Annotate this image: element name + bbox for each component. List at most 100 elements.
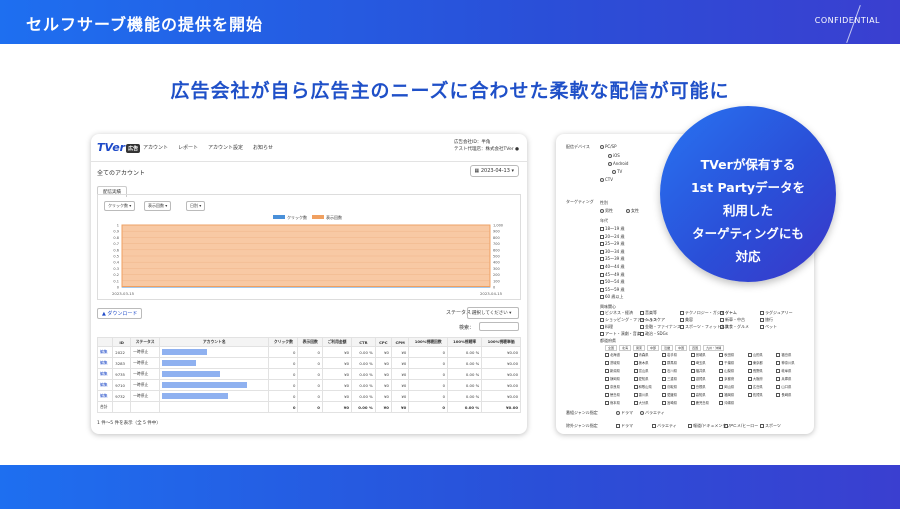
prefecture-option[interactable]: 静岡県 <box>605 376 634 381</box>
radio-icon[interactable] <box>608 162 612 166</box>
prefecture-option[interactable]: 山口県 <box>776 384 805 389</box>
prefecture-option[interactable]: 石川県 <box>662 368 691 373</box>
checkbox-icon[interactable] <box>719 369 724 373</box>
checkbox-icon[interactable] <box>605 377 609 381</box>
checkbox-icon[interactable] <box>662 401 667 405</box>
prefecture-option[interactable]: 和歌山県 <box>633 384 663 389</box>
device-option[interactable]: TV <box>612 169 622 174</box>
region-tab[interactable]: 北海 <box>619 345 632 351</box>
prefecture-option[interactable]: 大阪府 <box>747 376 777 381</box>
device-option[interactable]: PC/SP <box>600 144 617 149</box>
checkbox-icon[interactable] <box>724 424 728 428</box>
prefecture-option[interactable]: 高知県 <box>690 392 720 397</box>
age-option[interactable]: 55～59 歳 <box>600 287 624 293</box>
prefecture-option[interactable]: 長野県 <box>747 368 777 373</box>
interest-option[interactable]: ペット <box>760 324 777 330</box>
region-tab[interactable]: 中部 <box>647 345 660 351</box>
checkbox-icon[interactable] <box>600 265 604 269</box>
prefecture-option[interactable]: 愛知県 <box>633 376 663 381</box>
checkbox-icon[interactable] <box>600 325 604 329</box>
checkbox-icon[interactable] <box>633 353 638 357</box>
checkbox-icon[interactable] <box>633 361 638 365</box>
prefecture-option[interactable]: 香川県 <box>633 392 663 397</box>
checkbox-icon[interactable] <box>776 361 781 365</box>
date-picker[interactable]: ▦ 2023-04-13 ▾ <box>469 165 519 177</box>
download-button[interactable]: ▲ ダウンロード <box>97 308 143 319</box>
edit-link[interactable]: 編集 <box>96 346 114 358</box>
prefecture-option[interactable]: 兵庫県 <box>776 376 805 381</box>
checkbox-icon[interactable] <box>680 318 684 322</box>
checkbox-icon[interactable] <box>719 361 724 365</box>
prefecture-option[interactable]: 長崎県 <box>776 392 805 397</box>
checkbox-icon[interactable] <box>747 385 752 389</box>
checkbox-icon[interactable] <box>719 353 724 357</box>
cell-account-name[interactable] <box>159 379 270 391</box>
prefecture-option[interactable]: 岐阜県 <box>776 368 805 373</box>
column-header[interactable]: 表示回数 <box>297 337 323 347</box>
gender-option[interactable]: 男性 <box>600 208 613 214</box>
age-option[interactable]: 20～24 歳 <box>600 234 624 240</box>
column-header[interactable]: CPC <box>374 337 392 347</box>
checkbox-icon[interactable] <box>633 385 638 389</box>
checkbox-icon[interactable] <box>633 393 638 397</box>
checkbox-icon[interactable] <box>747 377 752 381</box>
checkbox-icon[interactable] <box>605 369 609 373</box>
checkbox-icon[interactable] <box>605 385 609 389</box>
prefecture-option[interactable]: 山形県 <box>747 352 777 357</box>
prefecture-option[interactable]: 岡山県 <box>719 384 748 389</box>
prefecture-option[interactable]: 秋田県 <box>719 352 748 357</box>
search-input[interactable] <box>479 322 519 331</box>
prefecture-option[interactable]: 青森県 <box>633 352 663 357</box>
checkbox-icon[interactable] <box>747 361 752 365</box>
prefecture-option[interactable]: 神奈川県 <box>776 360 805 365</box>
checkbox-icon[interactable] <box>719 385 724 389</box>
interest-option[interactable]: 政治・SDGs <box>640 331 668 337</box>
prefecture-option[interactable]: 滋賀県 <box>690 376 720 381</box>
checkbox-icon[interactable] <box>633 377 638 381</box>
genre-exclude-option[interactable]: ドラマ <box>616 423 633 429</box>
checkbox-icon[interactable] <box>720 318 724 322</box>
checkbox-icon[interactable] <box>760 311 764 315</box>
checkbox-icon[interactable] <box>662 361 667 365</box>
checkbox-icon[interactable] <box>719 393 724 397</box>
column-header[interactable]: CTR <box>351 337 376 347</box>
interest-option[interactable]: 音楽等 <box>640 310 657 316</box>
prefecture-option[interactable]: 広島県 <box>747 384 777 389</box>
radio-icon[interactable] <box>612 170 616 174</box>
checkbox-icon[interactable] <box>600 257 604 262</box>
cell-account-name[interactable] <box>159 368 270 380</box>
checkbox-icon[interactable] <box>605 393 609 397</box>
checkbox-icon[interactable] <box>680 311 684 315</box>
cell-account-name[interactable] <box>159 346 270 358</box>
cell-account-name[interactable] <box>159 390 270 402</box>
prefecture-option[interactable]: 福井県 <box>690 368 720 373</box>
checkbox-icon[interactable] <box>605 401 609 405</box>
checkbox-icon[interactable] <box>776 353 781 357</box>
checkbox-icon[interactable] <box>600 287 604 292</box>
checkbox-icon[interactable] <box>600 318 604 322</box>
interest-option[interactable]: ラグジュアリー <box>760 310 793 316</box>
checkbox-icon[interactable] <box>652 424 656 428</box>
prefecture-option[interactable]: 熊本県 <box>605 400 634 405</box>
nav-account-settings[interactable]: アカウント設定 <box>208 144 243 151</box>
prefecture-option[interactable]: 北海道 <box>605 352 634 357</box>
checkbox-icon[interactable] <box>776 377 781 381</box>
age-option[interactable]: 35～39 歳 <box>600 256 624 262</box>
checkbox-icon[interactable] <box>720 311 724 315</box>
agency-name[interactable]: テスト代理店：株式会社TVer ● <box>454 146 519 153</box>
prefecture-option[interactable]: 佐賀県 <box>747 392 777 397</box>
prefecture-option[interactable]: 大分県 <box>633 400 663 405</box>
checkbox-icon[interactable] <box>600 234 604 239</box>
checkbox-icon[interactable] <box>720 325 724 329</box>
column-header[interactable]: 100%視聴率 <box>447 337 483 347</box>
checkbox-icon[interactable] <box>747 393 752 397</box>
prefecture-option[interactable]: 茨城県 <box>605 360 634 365</box>
checkbox-icon[interactable] <box>600 249 604 254</box>
checkbox-icon[interactable] <box>600 242 604 247</box>
region-tab[interactable]: 関東 <box>633 345 646 351</box>
genre-option[interactable]: ドラマ <box>616 410 633 416</box>
checkbox-icon[interactable] <box>662 353 667 357</box>
interest-option[interactable]: ヘルスケア <box>640 317 665 323</box>
checkbox-icon[interactable] <box>690 361 695 365</box>
prefecture-option[interactable]: 宮崎県 <box>662 400 691 405</box>
